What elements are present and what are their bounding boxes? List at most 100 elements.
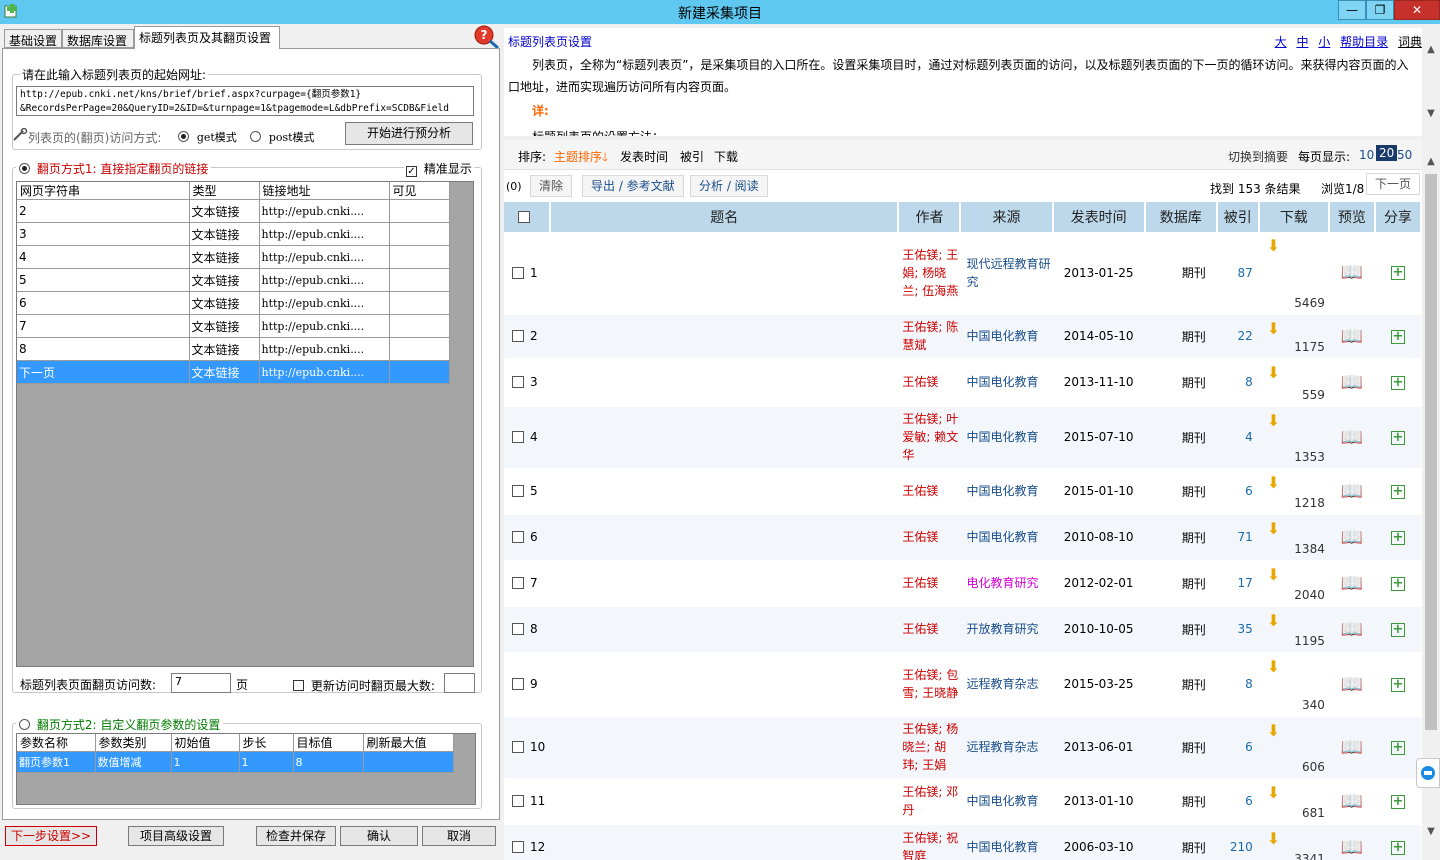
row-select-cell[interactable]: 12	[504, 824, 551, 860]
table-row[interactable]: 3 王佑镁 中国电化教育 2013-11-10 期刊 8 ⬇ 559 📖 +	[504, 358, 1421, 407]
row-title[interactable]	[550, 560, 899, 607]
table-row[interactable]: 12 王佑镁; 祝智庭 中国电化教育 2006-03-10 期刊 210 ⬇ 3341 📖 +	[504, 824, 1421, 860]
row-source[interactable]: 中国电化教育	[960, 314, 1053, 359]
help-scrollbar[interactable]: ▲ ▼	[1422, 28, 1440, 136]
row-checkbox[interactable]	[512, 266, 524, 279]
row-title[interactable]	[550, 232, 899, 315]
download-icon[interactable]: ⬇	[1267, 783, 1280, 802]
table-row[interactable]: 10 王佑镁; 杨晓兰; 胡玮; 王娟 远程教育杂志 2013-06-01 期刊 6 ⬇ 60…	[504, 716, 1421, 779]
table-row[interactable]: 3 文本链接 http://epub.cnki....	[17, 222, 450, 246]
row-source[interactable]: 中国电化教育	[960, 406, 1053, 469]
mode2-radio[interactable]: 翻页方式2: 自定义翻页参数的设置	[16, 716, 224, 733]
table-row[interactable]: 6 文本链接 http://epub.cnki....	[17, 291, 450, 315]
col-title[interactable]: 题名	[550, 202, 900, 232]
dictionary-link[interactable]: 词典	[1398, 35, 1422, 49]
download-icon[interactable]: ⬇	[1267, 519, 1280, 538]
per-page-10[interactable]: 10	[1359, 148, 1374, 162]
analyze-read-button[interactable]: 分析 / 阅读	[690, 175, 768, 197]
font-large-link[interactable]: 大	[1275, 35, 1287, 49]
share-plus-icon[interactable]: +	[1390, 329, 1405, 344]
download-icon[interactable]: ⬇	[1267, 473, 1280, 492]
row-author[interactable]: 王佑镁; 叶爱敏; 赖文华	[898, 406, 961, 469]
export-button[interactable]: 导出 / 参考文献	[582, 175, 684, 197]
download-icon[interactable]: ⬇	[1267, 611, 1280, 630]
preview-book-icon[interactable]: 📖	[1328, 778, 1375, 825]
preview-book-icon[interactable]: 📖	[1328, 314, 1375, 359]
row-cited[interactable]: 71	[1216, 514, 1259, 561]
share-plus-icon[interactable]: +	[1390, 794, 1405, 809]
row-title[interactable]	[550, 778, 899, 825]
row-author[interactable]: 王佑镁	[898, 560, 961, 607]
row-title[interactable]	[550, 314, 899, 359]
share-plus-icon[interactable]: +	[1390, 375, 1405, 390]
row-author[interactable]: 王佑镁	[898, 358, 961, 407]
col-share[interactable]: 分享	[1374, 202, 1422, 232]
row-cited[interactable]: 17	[1216, 560, 1259, 607]
preview-book-icon[interactable]: 📖	[1328, 716, 1375, 779]
row-checkbox[interactable]	[512, 678, 524, 690]
preview-book-icon[interactable]: 📖	[1328, 468, 1375, 515]
row-author[interactable]: 王佑镁; 陈慧斌	[898, 314, 961, 359]
row-cited[interactable]: 87	[1216, 232, 1259, 315]
download-icon[interactable]: ⬇	[1267, 236, 1280, 255]
table-row[interactable]: 5 王佑镁 中国电化教育 2015-01-10 期刊 6 ⬇ 1218 📖 +	[504, 468, 1421, 515]
row-source[interactable]: 开放教育研究	[960, 606, 1053, 653]
download-icon[interactable]: ⬇	[1267, 319, 1280, 338]
row-checkbox[interactable]	[512, 841, 524, 853]
table-row[interactable]: 5 文本链接 http://epub.cnki....	[17, 268, 450, 292]
preview-book-icon[interactable]: 📖	[1328, 824, 1375, 860]
row-title[interactable]	[550, 468, 899, 515]
ok-button[interactable]: 确认	[340, 826, 418, 846]
row-checkbox[interactable]	[512, 531, 524, 543]
preview-book-icon[interactable]: 📖	[1328, 232, 1375, 315]
select-all-checkbox[interactable]	[517, 211, 530, 223]
col-author[interactable]: 作者	[898, 202, 962, 232]
row-author[interactable]: 王佑镁; 杨晓兰; 胡玮; 王娟	[898, 716, 961, 779]
row-title[interactable]	[550, 716, 899, 779]
download-icon[interactable]: ⬇	[1267, 363, 1280, 382]
row-author[interactable]: 王佑镁; 王娟; 杨晓兰; 伍海燕	[898, 232, 961, 315]
close-button[interactable]: ✕	[1394, 0, 1440, 20]
row-source[interactable]: 电化教育研究	[960, 560, 1053, 607]
clear-button[interactable]: 清除	[530, 175, 573, 197]
download-icon[interactable]: ⬇	[1267, 721, 1280, 740]
row-checkbox[interactable]	[512, 623, 524, 635]
table-row[interactable]: 11 王佑镁; 邓丹 中国电化教育 2013-01-10 期刊 6 ⬇ 681 📖 +	[504, 778, 1421, 825]
row-checkbox[interactable]	[512, 485, 524, 497]
scroll-down-icon[interactable]: ▼	[1422, 824, 1440, 840]
help-directory-link[interactable]: 帮助目录	[1340, 35, 1388, 49]
font-medium-link[interactable]: 中	[1296, 35, 1308, 49]
check-save-button[interactable]: 检查并保存	[256, 826, 336, 846]
row-cited[interactable]: 4	[1216, 406, 1259, 469]
row-source[interactable]: 中国电化教育	[960, 468, 1053, 515]
row-cited[interactable]: 8	[1216, 652, 1259, 717]
sort-subject-link[interactable]: 主题排序🡓	[554, 148, 608, 169]
row-select-cell[interactable]: 10	[504, 716, 551, 779]
row-title[interactable]	[550, 358, 899, 407]
next-page-button[interactable]: 下一页	[1366, 173, 1421, 195]
tab-list-page[interactable]: 标题列表页及其翻页设置	[134, 26, 280, 49]
per-page-50[interactable]: 50	[1397, 148, 1412, 162]
col-cited[interactable]: 被引	[1216, 202, 1260, 232]
font-small-link[interactable]: 小	[1318, 35, 1330, 49]
visit-count-input[interactable]: 7	[171, 673, 231, 693]
cancel-button[interactable]: 取消	[422, 826, 496, 846]
share-plus-icon[interactable]: +	[1390, 430, 1405, 445]
next-step-button[interactable]: 下一步设置>>	[5, 826, 97, 846]
help-search-icon[interactable]: ?	[472, 24, 500, 50]
start-url-input[interactable]: http://epub.cnki.net/kns/brief/brief.asp…	[16, 86, 474, 116]
get-mode-radio[interactable]: get模式	[178, 129, 237, 145]
row-select-cell[interactable]: 4	[504, 406, 551, 469]
scroll-down-icon[interactable]: ▼	[1422, 106, 1440, 122]
row-cited[interactable]: 8	[1216, 358, 1259, 407]
share-plus-icon[interactable]: +	[1390, 266, 1405, 281]
share-plus-icon[interactable]: +	[1390, 677, 1405, 692]
table-row[interactable]: 2 文本链接 http://epub.cnki....	[17, 199, 450, 223]
row-author[interactable]: 王佑镁	[898, 468, 961, 515]
row-select-cell[interactable]: 11	[504, 778, 551, 825]
table-row[interactable]: 1 王佑镁; 王娟; 杨晓兰; 伍海燕 现代远程教育研究 2013-01-25 期刊 87…	[504, 232, 1421, 315]
table-row[interactable]: 6 王佑镁 中国电化教育 2010-08-10 期刊 71 ⬇ 1384 📖 +	[504, 514, 1421, 561]
share-plus-icon[interactable]: +	[1390, 576, 1405, 591]
row-author[interactable]: 王佑镁	[898, 606, 961, 653]
mode1-radio[interactable]: 翻页方式1: 直接指定翻页的链接	[16, 160, 212, 177]
